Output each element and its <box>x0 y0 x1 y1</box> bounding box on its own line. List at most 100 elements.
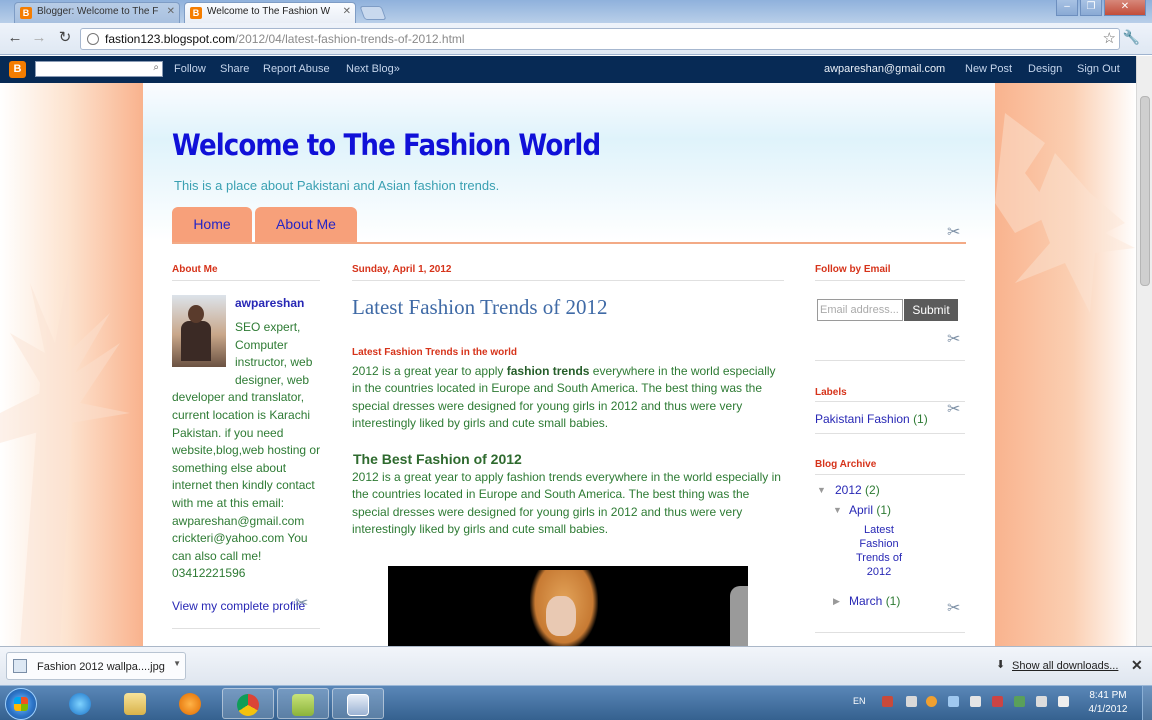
archive-post-line[interactable]: Trends of <box>846 551 912 565</box>
blog-search-input[interactable]: ⌕ <box>35 61 163 77</box>
page-scrollbar[interactable] <box>1136 56 1152 646</box>
chrome-taskbar-button[interactable] <box>222 688 274 719</box>
next-blog-link[interactable]: Next Blog» <box>346 63 400 75</box>
post-text: 2012 is a great year to apply <box>352 364 507 378</box>
edit-icon[interactable]: ✂ <box>295 593 308 613</box>
blogger-logo-icon[interactable]: B <box>9 61 26 78</box>
internet-explorer-taskbar-button[interactable] <box>55 688 107 719</box>
tab-about-me[interactable]: About Me <box>255 207 357 243</box>
edit-icon[interactable]: ✂ <box>947 329 960 349</box>
tray-icon[interactable] <box>948 696 959 707</box>
forward-arrow-icon[interactable]: → <box>30 29 48 47</box>
archive-month[interactable]: April <box>849 503 873 517</box>
right-background <box>995 83 1136 646</box>
model-face <box>546 596 576 636</box>
browser-toolbar: ← → ↻ fastion123.blogspot.com/2012/04/la… <box>0 23 1152 55</box>
window-close-button[interactable]: ✕ <box>1104 0 1146 16</box>
close-icon[interactable]: ✕ <box>343 6 351 17</box>
close-icon[interactable]: ✕ <box>1131 657 1143 674</box>
scrollbar-thumb[interactable] <box>1140 96 1150 286</box>
tray-icon[interactable] <box>906 696 917 707</box>
explorer-taskbar-button[interactable] <box>110 688 162 719</box>
tray-icon[interactable] <box>926 696 937 707</box>
tray-icon[interactable] <box>970 696 981 707</box>
archive-post-link[interactable]: Latest Fashion Trends of 2012 <box>846 523 912 579</box>
archive-post-line[interactable]: Latest <box>846 523 912 537</box>
maximize-button[interactable]: ❐ <box>1080 0 1102 16</box>
sign-out-link[interactable]: Sign Out <box>1077 63 1120 75</box>
browser-tab-fashion-world[interactable]: B Welcome to The Fashion W ✕ <box>184 2 356 23</box>
bookmark-star-icon[interactable]: ☆ <box>1103 29 1116 47</box>
label-text[interactable]: Pakistani Fashion <box>815 412 910 426</box>
start-button[interactable] <box>5 688 37 720</box>
edit-icon[interactable]: ✂ <box>947 598 960 618</box>
archive-month-count: (1) <box>885 594 901 608</box>
tray-icon[interactable] <box>992 696 1003 707</box>
share-link[interactable]: Share <box>220 63 249 75</box>
wrench-icon[interactable]: 🔧 <box>1123 29 1140 46</box>
browser-tab-blogger[interactable]: B Blogger: Welcome to The F ✕ <box>14 2 180 23</box>
network-icon[interactable] <box>1036 696 1047 707</box>
edit-icon[interactable]: ✂ <box>947 222 960 242</box>
avatar-spacer <box>172 319 235 379</box>
close-icon[interactable]: ✕ <box>167 6 175 17</box>
blog-title[interactable]: Welcome to The Fashion World <box>172 128 601 162</box>
show-all-downloads-link[interactable]: Show all downloads... <box>1012 660 1118 672</box>
design-link[interactable]: Design <box>1028 63 1062 75</box>
edit-icon[interactable]: ✂ <box>947 399 960 419</box>
new-tab-button[interactable] <box>359 6 387 20</box>
tab-home[interactable]: Home <box>172 207 252 243</box>
windows-taskbar: EN 8:41 PM 4/1/2012 <box>0 685 1152 720</box>
reload-icon[interactable]: ↻ <box>56 29 74 47</box>
post-image[interactable] <box>388 566 748 646</box>
tab-divider <box>172 242 966 244</box>
download-item[interactable]: Fashion 2012 wallpa....jpg ▼ <box>6 652 186 680</box>
media-player-taskbar-button[interactable] <box>165 688 217 719</box>
blog-page: Welcome to The Fashion World This is a p… <box>0 83 1136 646</box>
language-indicator[interactable]: EN <box>853 696 866 706</box>
divider <box>352 280 784 281</box>
archive-month-march[interactable]: March (1) <box>849 594 900 608</box>
minimize-button[interactable]: – <box>1056 0 1078 16</box>
new-post-link[interactable]: New Post <box>965 63 1012 75</box>
search-icon[interactable]: ⌕ <box>153 62 159 73</box>
tab-title: Welcome to The Fashion W <box>207 6 331 17</box>
back-arrow-icon[interactable]: ← <box>6 29 24 47</box>
archive-post-line[interactable]: 2012 <box>846 565 912 579</box>
show-desktop-button[interactable] <box>1142 686 1152 720</box>
archive-month-april[interactable]: April (1) <box>849 503 891 517</box>
window-controls: – ❐ ✕ <box>1056 0 1146 16</box>
blogger-favicon-icon: B <box>20 7 32 19</box>
profile-bio-container: SEO expert, Computer instructor, web des… <box>172 319 322 583</box>
post-paragraph-1: 2012 is a great year to apply fashion tr… <box>352 363 782 432</box>
triangle-down-icon[interactable]: ▼ <box>833 505 842 515</box>
volume-icon[interactable] <box>1058 696 1069 707</box>
system-clock[interactable]: 8:41 PM 4/1/2012 <box>1080 689 1136 717</box>
post-paragraph-2: 2012 is a great year to apply fashion tr… <box>352 470 781 536</box>
archive-post-line[interactable]: Fashion <box>846 537 912 551</box>
report-abuse-link[interactable]: Report Abuse <box>263 63 330 75</box>
app-taskbar-button[interactable] <box>332 688 384 719</box>
triangle-right-icon[interactable]: ▶ <box>833 596 840 607</box>
view-profile-link[interactable]: View my complete profile <box>172 599 305 613</box>
address-bar[interactable]: fastion123.blogspot.com/2012/04/latest-f… <box>80 28 1120 50</box>
tray-icon[interactable] <box>1014 696 1025 707</box>
label-pakistani-fashion[interactable]: Pakistani Fashion (1) <box>815 412 928 426</box>
sticky-notes-icon <box>292 694 314 716</box>
follow-link[interactable]: Follow <box>174 63 206 75</box>
notes-taskbar-button[interactable] <box>277 688 329 719</box>
ie-icon <box>69 693 91 715</box>
archive-month[interactable]: March <box>849 594 882 608</box>
post-title[interactable]: Latest Fashion Trends of 2012 <box>352 295 608 320</box>
email-field[interactable]: Email address... <box>817 299 903 321</box>
chevron-down-icon[interactable]: ▼ <box>173 659 181 668</box>
model-shoulder <box>730 586 748 646</box>
tray-icon[interactable] <box>882 696 893 707</box>
triangle-down-icon[interactable]: ▼ <box>817 485 826 495</box>
archive-month-count: (1) <box>876 503 892 517</box>
profile-name[interactable]: awpareshan <box>235 296 304 310</box>
archive-year-2012[interactable]: 2012 (2) <box>835 483 880 497</box>
submit-button[interactable]: Submit <box>904 299 958 321</box>
download-filename[interactable]: Fashion 2012 wallpa....jpg <box>37 661 165 673</box>
archive-year[interactable]: 2012 <box>835 483 862 497</box>
